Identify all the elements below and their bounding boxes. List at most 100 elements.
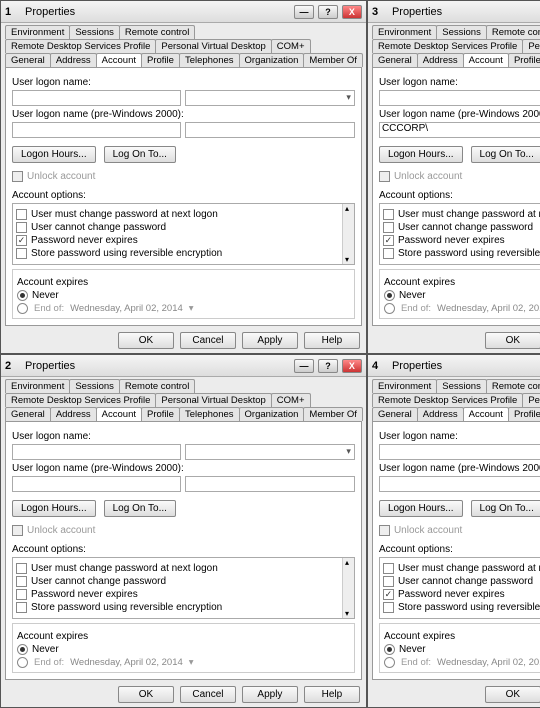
help-dialog-button[interactable]: Help [304, 686, 360, 703]
opt-check-2[interactable]: ✓ [383, 589, 394, 600]
tab-general[interactable]: General [372, 407, 418, 421]
help-button[interactable]: ? [318, 5, 338, 19]
tab-remote-desktop-services-profile[interactable]: Remote Desktop Services Profile [372, 393, 523, 407]
apply-button[interactable]: Apply [242, 686, 298, 703]
radio-endof[interactable] [384, 657, 395, 668]
opt-check-1[interactable] [16, 222, 27, 233]
tab-personal-virtual-desktop[interactable]: Personal Virtual Desktop [155, 393, 271, 407]
opt-check-1[interactable] [16, 576, 27, 587]
cancel-button[interactable]: Cancel [180, 332, 236, 349]
opt-check-3[interactable] [383, 602, 394, 613]
opt-check-2[interactable]: ✓ [16, 235, 27, 246]
cancel-button[interactable]: Cancel [180, 686, 236, 703]
close-button[interactable]: X [342, 5, 362, 19]
opt-check-3[interactable] [16, 602, 27, 613]
tab-organization[interactable]: Organization [239, 53, 305, 67]
tab-remote-desktop-services-profile[interactable]: Remote Desktop Services Profile [5, 39, 156, 53]
titlebar[interactable]: 1 Properties — ? X [1, 1, 366, 23]
tab-telephones[interactable]: Telephones [179, 407, 240, 421]
opt-check-1[interactable] [383, 222, 394, 233]
logon-hours-button[interactable]: Logon Hours... [379, 146, 463, 163]
radio-endof[interactable] [17, 657, 28, 668]
radio-never[interactable] [384, 290, 395, 301]
tab-sessions[interactable]: Sessions [69, 25, 120, 39]
ok-button[interactable]: OK [118, 332, 174, 349]
tab-general[interactable]: General [372, 53, 418, 67]
tab-environment[interactable]: Environment [5, 379, 70, 393]
apply-button[interactable]: Apply [242, 332, 298, 349]
help-dialog-button[interactable]: Help [304, 332, 360, 349]
logon-to-button[interactable]: Log On To... [104, 146, 176, 163]
tab-profile[interactable]: Profile [508, 53, 540, 67]
prewin-domain-input[interactable]: CCCORP\ [379, 122, 540, 138]
close-button[interactable]: X [342, 359, 362, 373]
radio-never[interactable] [17, 290, 28, 301]
tab-address[interactable]: Address [50, 53, 97, 67]
logon-to-button[interactable]: Log On To... [104, 500, 176, 517]
options-scrollbar[interactable] [342, 204, 354, 264]
logon-hours-button[interactable]: Logon Hours... [379, 500, 463, 517]
tab-sessions[interactable]: Sessions [436, 379, 487, 393]
help-button[interactable]: ? [318, 359, 338, 373]
tab-sessions[interactable]: Sessions [69, 379, 120, 393]
titlebar[interactable]: 4 Properties — ? X [368, 355, 540, 377]
ok-button[interactable]: OK [485, 686, 540, 703]
tab-environment[interactable]: Environment [372, 379, 437, 393]
prewin-domain-input[interactable] [379, 476, 540, 492]
logon-name-input[interactable] [12, 90, 181, 106]
tab-personal-virtual-desktop[interactable]: Personal Virtual Desktop [155, 39, 271, 53]
radio-endof[interactable] [17, 303, 28, 314]
tab-address[interactable]: Address [417, 53, 464, 67]
tab-profile[interactable]: Profile [141, 407, 180, 421]
minimize-button[interactable]: — [294, 5, 314, 19]
opt-check-0[interactable] [16, 563, 27, 574]
tab-general[interactable]: General [5, 407, 51, 421]
logon-name-input[interactable] [379, 444, 540, 460]
tab-organization[interactable]: Organization [239, 407, 305, 421]
domain-suffix-dropdown[interactable] [185, 444, 354, 460]
logon-hours-button[interactable]: Logon Hours... [12, 500, 96, 517]
opt-check-3[interactable] [383, 248, 394, 259]
logon-to-button[interactable]: Log On To... [471, 500, 540, 517]
tab-remote-control[interactable]: Remote control [119, 25, 195, 39]
tab-sessions[interactable]: Sessions [436, 25, 487, 39]
tab-remote-desktop-services-profile[interactable]: Remote Desktop Services Profile [372, 39, 523, 53]
ok-button[interactable]: OK [118, 686, 174, 703]
logon-name-input[interactable] [12, 444, 181, 460]
tab-address[interactable]: Address [417, 407, 464, 421]
prewin-user-input[interactable] [185, 122, 354, 138]
tab-remote-control[interactable]: Remote control [486, 379, 540, 393]
tab-personal-virtual-desktop[interactable]: Personal Virtual Desktop [522, 39, 540, 53]
tab-address[interactable]: Address [50, 407, 97, 421]
tab-account[interactable]: Account [96, 407, 142, 421]
tab-profile[interactable]: Profile [508, 407, 540, 421]
tab-remote-control[interactable]: Remote control [486, 25, 540, 39]
opt-check-0[interactable] [16, 209, 27, 220]
logon-to-button[interactable]: Log On To... [471, 146, 540, 163]
tab-member-of[interactable]: Member Of [303, 407, 363, 421]
tab-personal-virtual-desktop[interactable]: Personal Virtual Desktop [522, 393, 540, 407]
opt-check-3[interactable] [16, 248, 27, 259]
opt-check-1[interactable] [383, 576, 394, 587]
tab-account[interactable]: Account [463, 53, 509, 67]
radio-never[interactable] [17, 644, 28, 655]
opt-check-0[interactable] [383, 563, 394, 574]
tab-remote-control[interactable]: Remote control [119, 379, 195, 393]
tab-telephones[interactable]: Telephones [179, 53, 240, 67]
tab-com-[interactable]: COM+ [271, 393, 311, 407]
tab-member-of[interactable]: Member Of [303, 53, 363, 67]
radio-endof[interactable] [384, 303, 395, 314]
opt-check-0[interactable] [383, 209, 394, 220]
prewin-domain-input[interactable] [12, 122, 181, 138]
radio-never[interactable] [384, 644, 395, 655]
options-scrollbar[interactable] [342, 558, 354, 618]
tab-general[interactable]: General [5, 53, 51, 67]
logon-hours-button[interactable]: Logon Hours... [12, 146, 96, 163]
tab-profile[interactable]: Profile [141, 53, 180, 67]
tab-account[interactable]: Account [96, 53, 142, 67]
tab-environment[interactable]: Environment [5, 25, 70, 39]
tab-com-[interactable]: COM+ [271, 39, 311, 53]
tab-account[interactable]: Account [463, 407, 509, 421]
tab-remote-desktop-services-profile[interactable]: Remote Desktop Services Profile [5, 393, 156, 407]
tab-environment[interactable]: Environment [372, 25, 437, 39]
